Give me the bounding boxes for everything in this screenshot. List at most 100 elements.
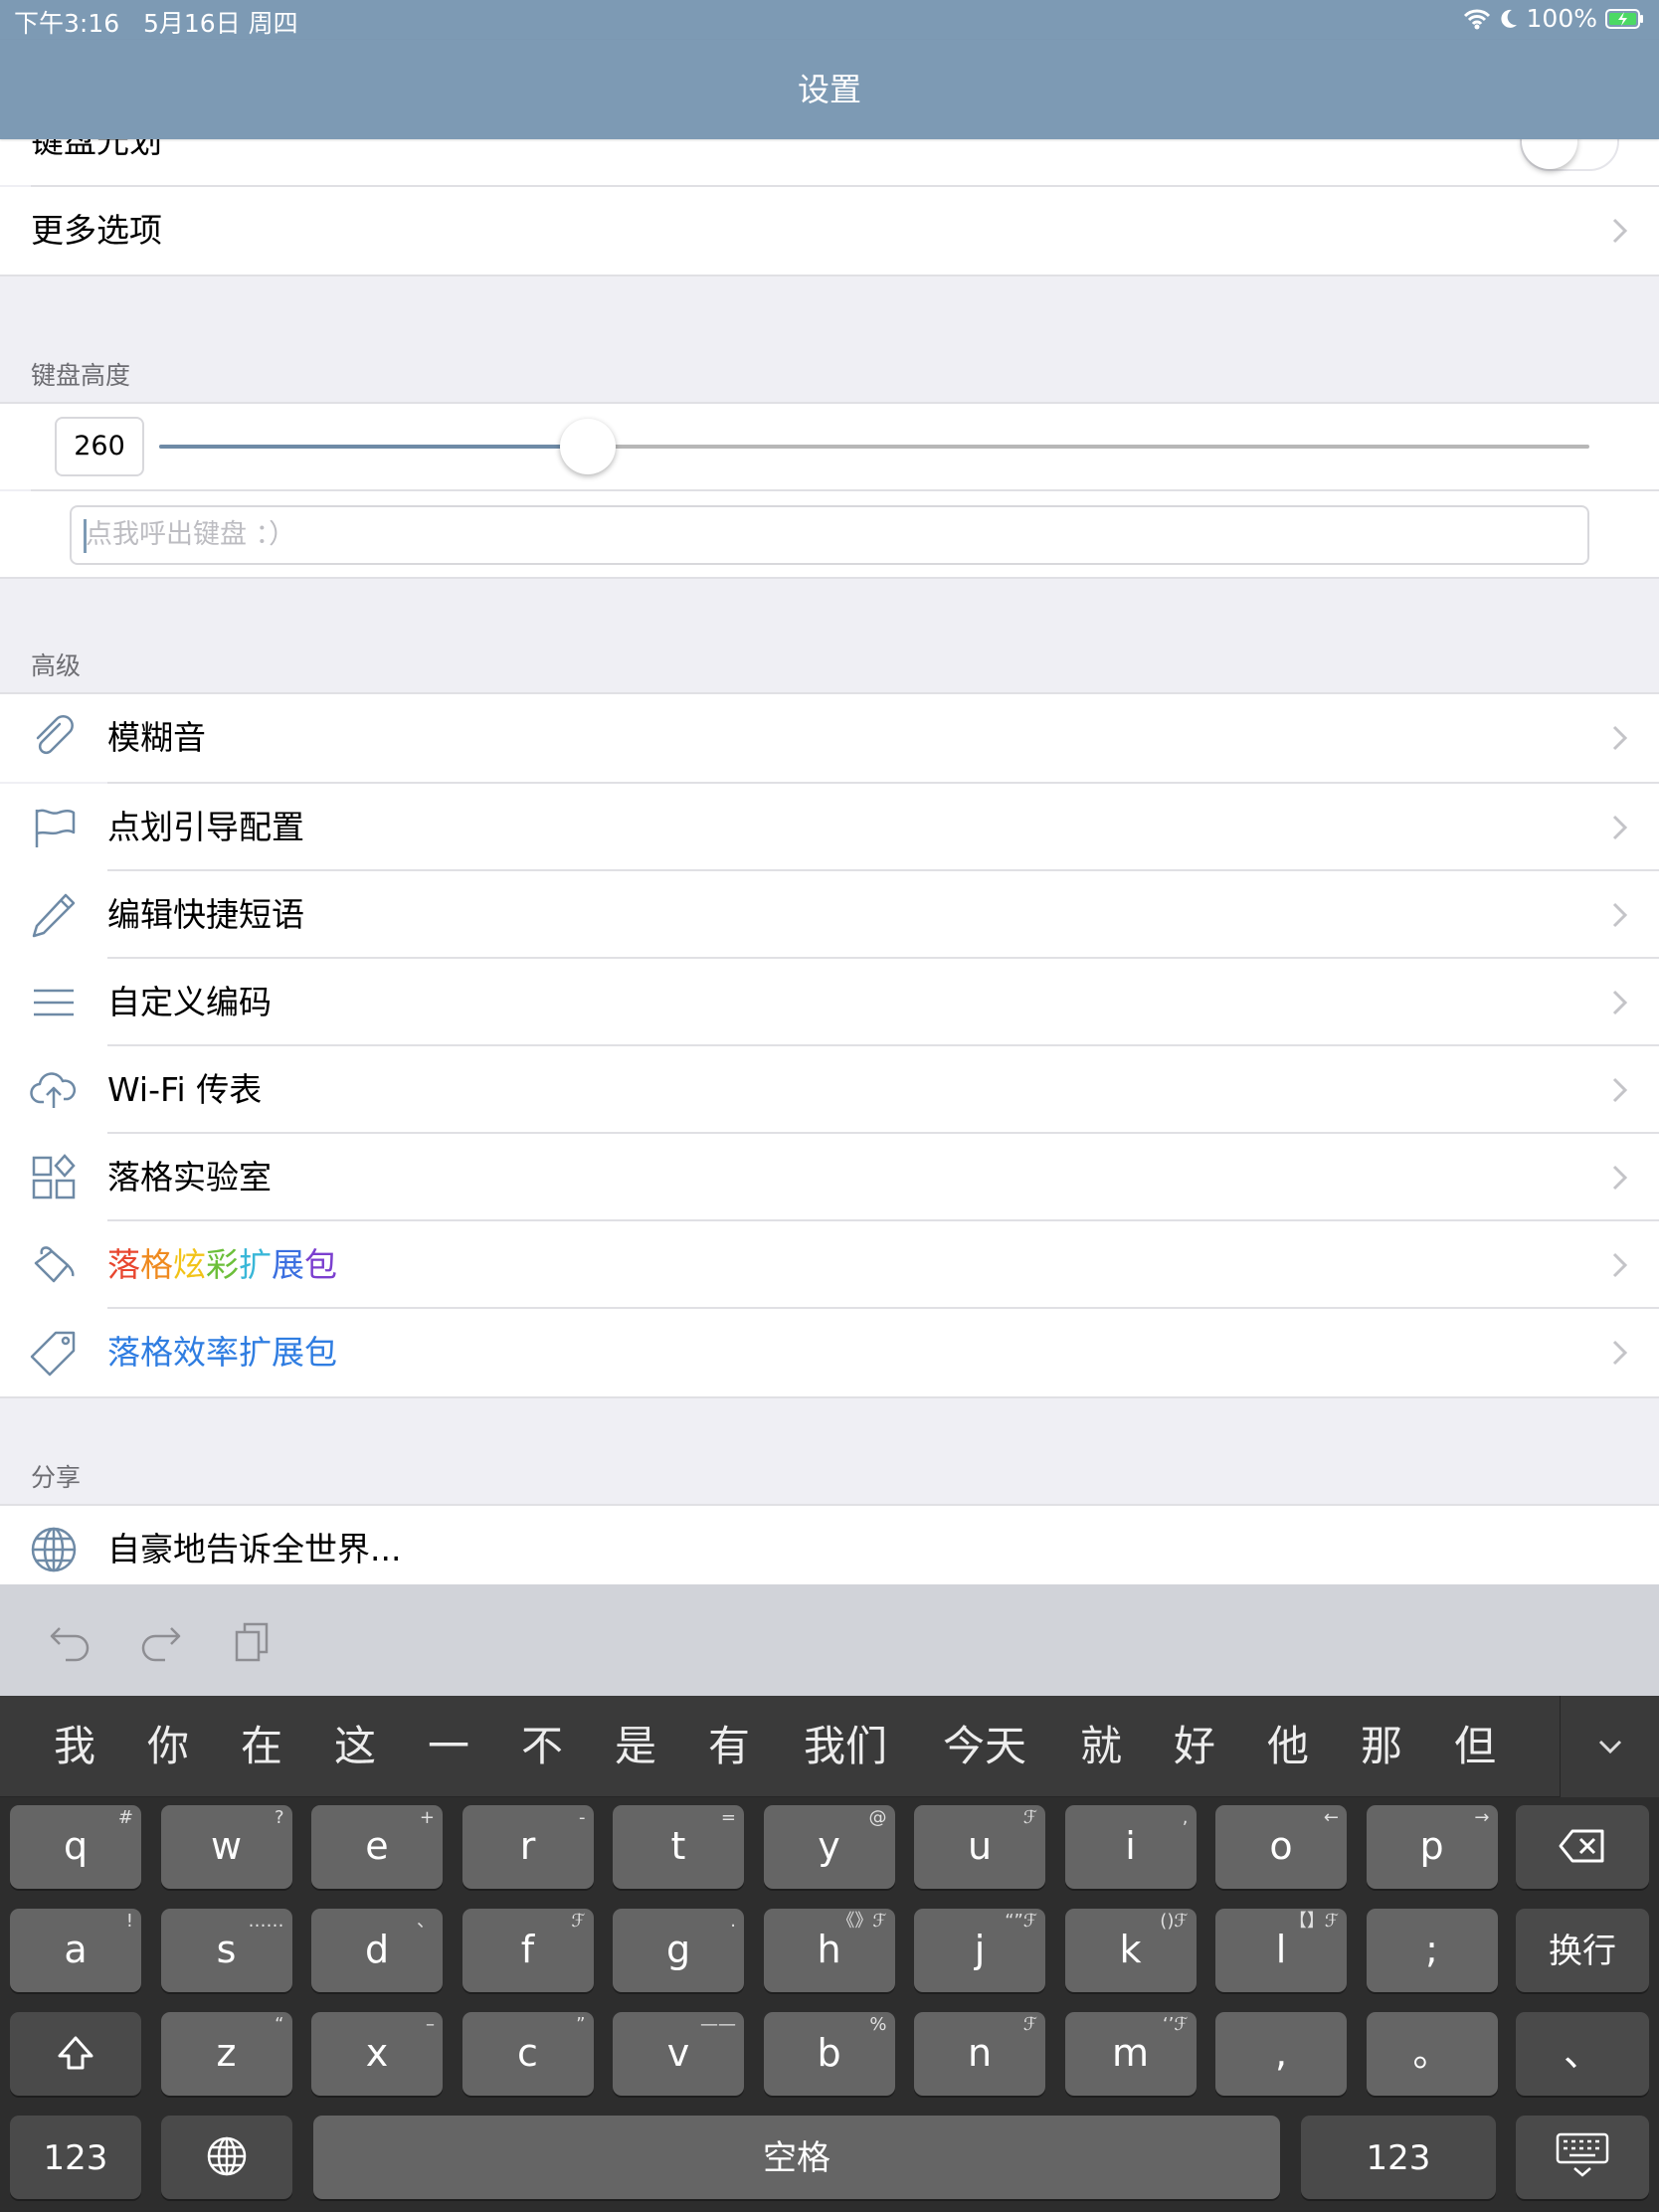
key-n[interactable]: nℱ [914, 2012, 1045, 2096]
shift-key[interactable] [10, 2012, 141, 2096]
row-lab[interactable]: 落格实验室 [0, 1134, 1659, 1221]
key-x[interactable]: x – [311, 2012, 443, 2096]
row-color-pack[interactable]: 落格炫彩扩展包 [0, 1221, 1659, 1309]
row-share-world[interactable]: 自豪地告诉全世界... [0, 1506, 1659, 1584]
undo-icon[interactable] [46, 1618, 93, 1666]
key-secondary-label: “”ℱ [1005, 1911, 1037, 1932]
candidate-item[interactable]: 有 [682, 1696, 776, 1797]
candidate-item[interactable]: 在 [215, 1696, 308, 1797]
row-label: 自豪地告诉全世界... [107, 1530, 402, 1568]
key-z[interactable]: z “ [160, 2012, 292, 2096]
candidate-item[interactable]: 我们 [776, 1696, 915, 1797]
row-custom-encoding[interactable]: 自定义编码 [0, 959, 1659, 1046]
candidate-item[interactable]: 那 [1335, 1696, 1428, 1797]
settings-list[interactable]: 键盘光划 更多选项 键盘高度 260 点我呼出键盘 ：） 高级 模糊音 点划引导… [0, 139, 1659, 1584]
key-label: 空格 [763, 2138, 830, 2178]
key-s[interactable]: s …… [160, 1909, 292, 1992]
globe-icon [207, 2136, 247, 2176]
row-swipe-guide[interactable]: 点划引导配置 [0, 784, 1659, 871]
key-comma[interactable]: , [1215, 2012, 1347, 2096]
expand-candidates-button[interactable] [1560, 1696, 1659, 1797]
hide-keyboard-key[interactable] [1516, 2116, 1649, 2199]
row-more-options[interactable]: 更多选项 [0, 187, 1659, 275]
key-label: i [1125, 1824, 1136, 1868]
key-a[interactable]: a! [10, 1909, 141, 1992]
candidate-item[interactable]: 是 [589, 1696, 682, 1797]
key-label: f [520, 1928, 535, 1971]
moon-icon [1500, 9, 1517, 28]
row-label: 落格炫彩扩展包 [107, 1221, 337, 1309]
key-k[interactable]: k ()ℱ [1064, 1909, 1197, 1992]
key-secondary-label: - [579, 1807, 586, 1828]
key-h[interactable]: h 《》ℱ [763, 1909, 895, 1992]
rainbow-char: 炫 [173, 1245, 206, 1284]
key-secondary-label: . [730, 1911, 736, 1932]
row-edit-phrases[interactable]: 编辑快捷短语 [0, 871, 1659, 959]
chevron-right-icon [1612, 990, 1628, 1015]
candidate-item[interactable]: 我 [28, 1696, 121, 1797]
chevron-right-icon [1612, 1165, 1628, 1191]
key-secondary-label: → [1474, 1807, 1490, 1828]
return-key[interactable]: 换行 [1516, 1909, 1649, 1992]
key-secondary-label: – [426, 2014, 435, 2035]
row-keyboard-swipe[interactable]: 键盘光划 [0, 139, 1659, 185]
chevron-down-icon [1598, 1740, 1622, 1754]
space-key[interactable]: 空格 [313, 2116, 1280, 2199]
key-v[interactable]: v —— [613, 2012, 744, 2096]
key-secondary-label: , [1182, 1807, 1189, 1828]
key-e[interactable]: e + [311, 1805, 443, 1889]
key-w[interactable]: w? [160, 1805, 292, 1889]
section-header-share: 分享 [31, 1463, 82, 1492]
key-enumeration-comma[interactable]: 、 [1516, 2012, 1649, 2096]
key-o[interactable]: o ← [1215, 1805, 1347, 1889]
swipe-toggle[interactable] [1520, 139, 1619, 171]
key-p[interactable]: p → [1366, 1805, 1498, 1889]
key-q[interactable]: q # [10, 1805, 141, 1889]
status-time-date: 下午3:16 5月16日 周四 [14, 4, 298, 40]
height-slider[interactable] [159, 419, 1589, 474]
key-secondary-label: ()ℱ [1160, 1911, 1189, 1932]
key-g[interactable]: g. [613, 1909, 744, 1992]
copy-icon[interactable] [231, 1618, 278, 1666]
key-b[interactable]: b% [763, 2012, 895, 2096]
globe-key[interactable] [161, 2116, 292, 2199]
key-u[interactable]: uℱ [914, 1805, 1045, 1889]
candidate-item[interactable]: 不 [495, 1696, 589, 1797]
numbers-key-right[interactable]: 123 [1301, 2116, 1496, 2199]
numbers-key-left[interactable]: 123 [10, 2116, 141, 2199]
candidate-item[interactable]: 好 [1148, 1696, 1241, 1797]
candidate-item[interactable]: 今天 [915, 1696, 1054, 1797]
backspace-key[interactable] [1516, 1805, 1649, 1889]
text-caret [84, 519, 87, 553]
key-label: ; [1425, 1928, 1438, 1971]
key-d[interactable]: d、 [311, 1909, 443, 1992]
key-j[interactable]: j “”ℱ [914, 1909, 1045, 1992]
candidate-item[interactable]: 他 [1241, 1696, 1335, 1797]
candidate-item[interactable]: 就 [1054, 1696, 1148, 1797]
row-fuzzy-pinyin[interactable]: 模糊音 [0, 694, 1659, 782]
test-keyboard-input[interactable]: 点我呼出键盘 ：） [70, 505, 1589, 565]
key-period[interactable]: 。 [1366, 2012, 1498, 2096]
key-i[interactable]: i, [1064, 1805, 1197, 1889]
candidate-item[interactable]: 一 [402, 1696, 495, 1797]
candidate-item[interactable]: 但 [1428, 1696, 1522, 1797]
key-r[interactable]: r- [461, 1805, 594, 1889]
key-semicolon[interactable]: ; [1366, 1909, 1498, 1992]
key-l[interactable]: l 【】ℱ [1215, 1909, 1347, 1992]
row-efficiency-pack[interactable]: 落格效率扩展包 [0, 1309, 1659, 1396]
key-m[interactable]: m ‘’ℱ [1064, 2012, 1197, 2096]
key-f[interactable]: fℱ [461, 1909, 594, 1992]
redo-icon[interactable] [137, 1618, 185, 1666]
row-wifi-transfer[interactable]: Wi-Fi 传表 [0, 1046, 1659, 1134]
key-label: m [1111, 2031, 1150, 2075]
key-label: w [210, 1824, 243, 1868]
tag-icon [30, 1331, 76, 1377]
key-t[interactable]: t = [613, 1805, 744, 1889]
candidate-item[interactable]: 这 [308, 1696, 402, 1797]
slider-knob[interactable] [560, 419, 617, 474]
battery-charging-icon [1605, 8, 1643, 29]
key-y[interactable]: y @ [763, 1805, 895, 1889]
candidate-item[interactable]: 你 [121, 1696, 215, 1797]
key-c[interactable]: c” [461, 2012, 594, 2096]
key-label: s [216, 1928, 237, 1971]
